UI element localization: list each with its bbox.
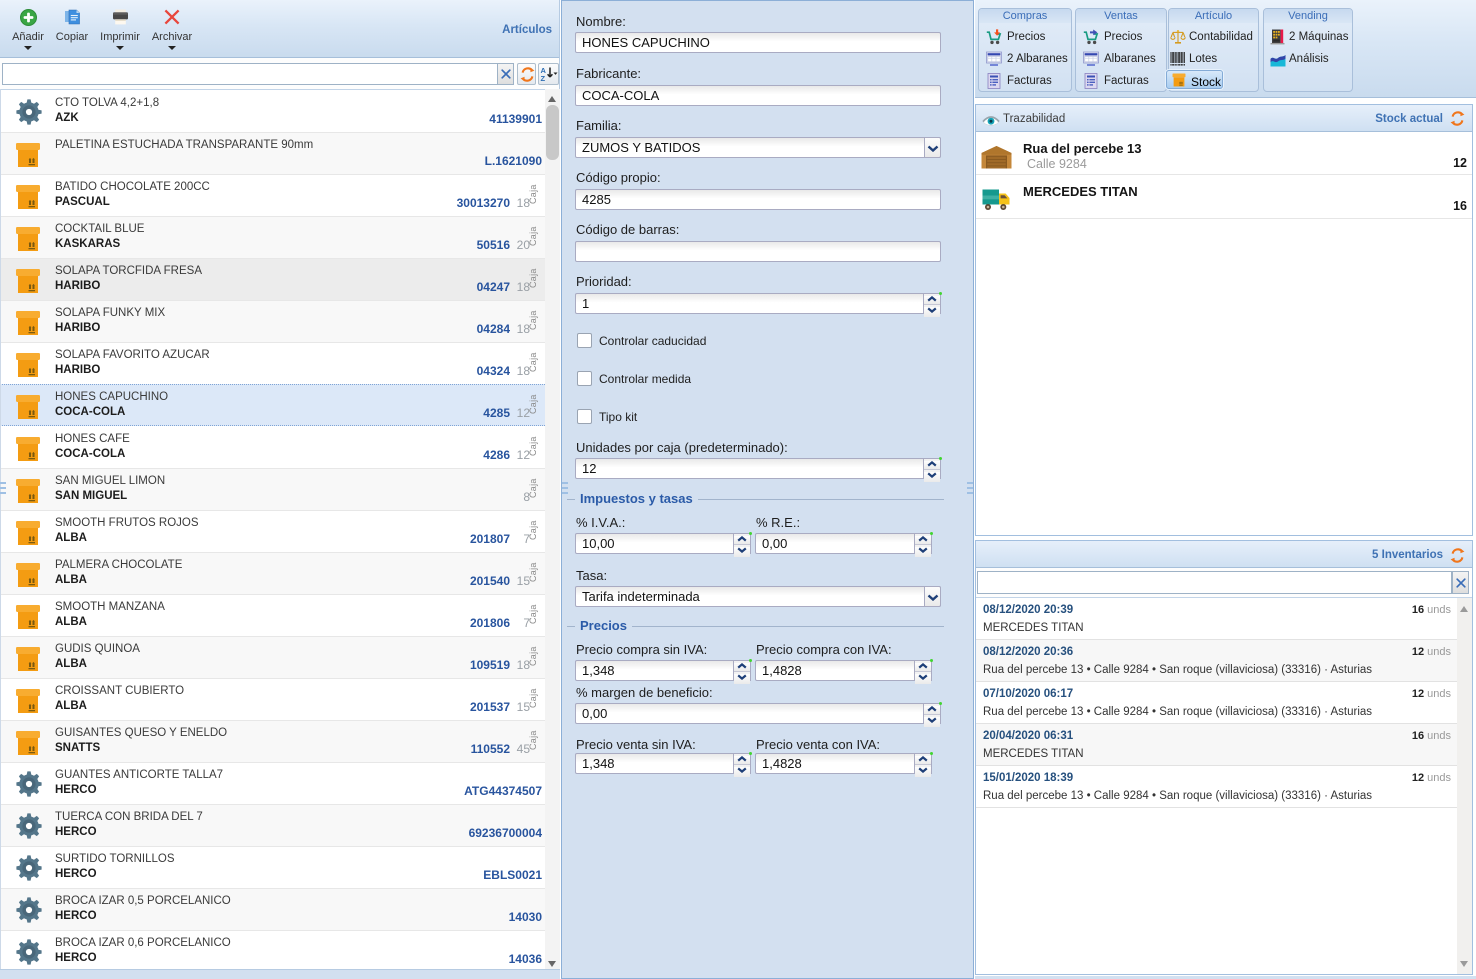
- svg-text:Z: Z: [541, 74, 546, 82]
